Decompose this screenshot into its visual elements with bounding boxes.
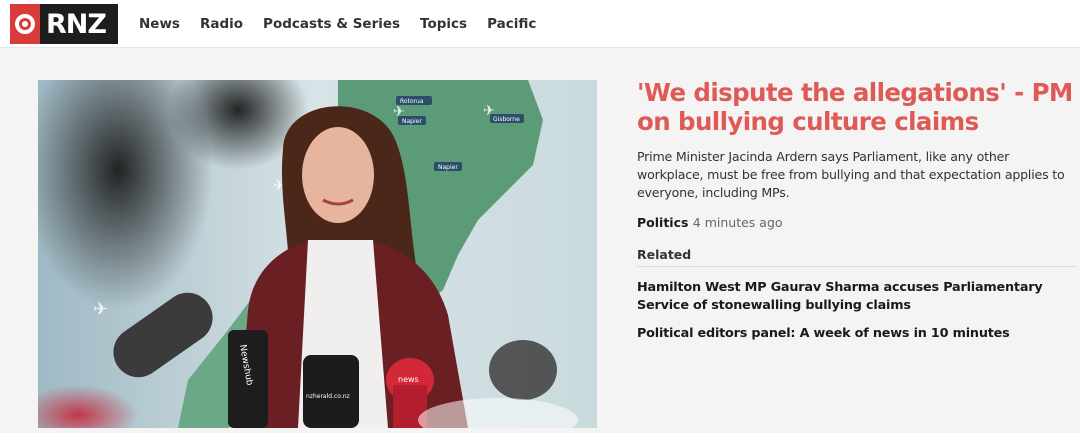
nav-item-podcasts[interactable]: Podcasts & Series: [263, 16, 400, 32]
related-list: Hamilton West MP Gaurav Sharma accuses P…: [637, 279, 1077, 343]
svg-text:✈: ✈: [483, 102, 495, 118]
nav-item-topics[interactable]: Topics: [420, 16, 467, 32]
story-meta: Politics 4 minutes ago: [637, 215, 1077, 230]
lead-story: 'We dispute the allegations' - PM on bul…: [637, 78, 1077, 353]
timestamp: 4 minutes ago: [692, 215, 783, 230]
related-story-link[interactable]: Hamilton West MP Gaurav Sharma accuses P…: [637, 279, 1077, 315]
related-heading: Related: [637, 247, 1077, 267]
logo-text: RNZ: [46, 8, 107, 40]
story-summary: Prime Minister Jacinda Ardern says Parli…: [637, 149, 1065, 200]
nzherald-mic: [303, 355, 359, 428]
related-story-link[interactable]: Political editors panel: A week of news …: [637, 325, 1077, 343]
rnz-logo-icon: [10, 4, 40, 44]
rnz-logo[interactable]: RNZ: [10, 4, 118, 44]
map-label-text: Napier: [402, 118, 422, 125]
nav-item-news[interactable]: News: [139, 16, 180, 32]
nav-item-pacific[interactable]: Pacific: [487, 16, 536, 32]
svg-text:✈: ✈: [393, 103, 405, 119]
map-label-text: Gisborne: [493, 116, 520, 123]
nav-item-radio[interactable]: Radio: [200, 16, 243, 32]
mic-label: nzherald.co.nz: [306, 393, 350, 400]
mic-label: news: [398, 375, 419, 384]
hero-image[interactable]: Rotorua Napier Gisborne Napier ✈ ✈ ✈ ✈ N…: [38, 80, 597, 428]
headline-link[interactable]: 'We dispute the allegations' - PM on bul…: [637, 78, 1077, 136]
map-label-text: Napier: [438, 164, 458, 171]
main-nav: News Radio Podcasts & Series Topics Paci…: [139, 0, 556, 48]
category-link[interactable]: Politics: [637, 215, 693, 230]
site-header: RNZ News Radio Podcasts & Series Topics …: [0, 0, 1080, 48]
